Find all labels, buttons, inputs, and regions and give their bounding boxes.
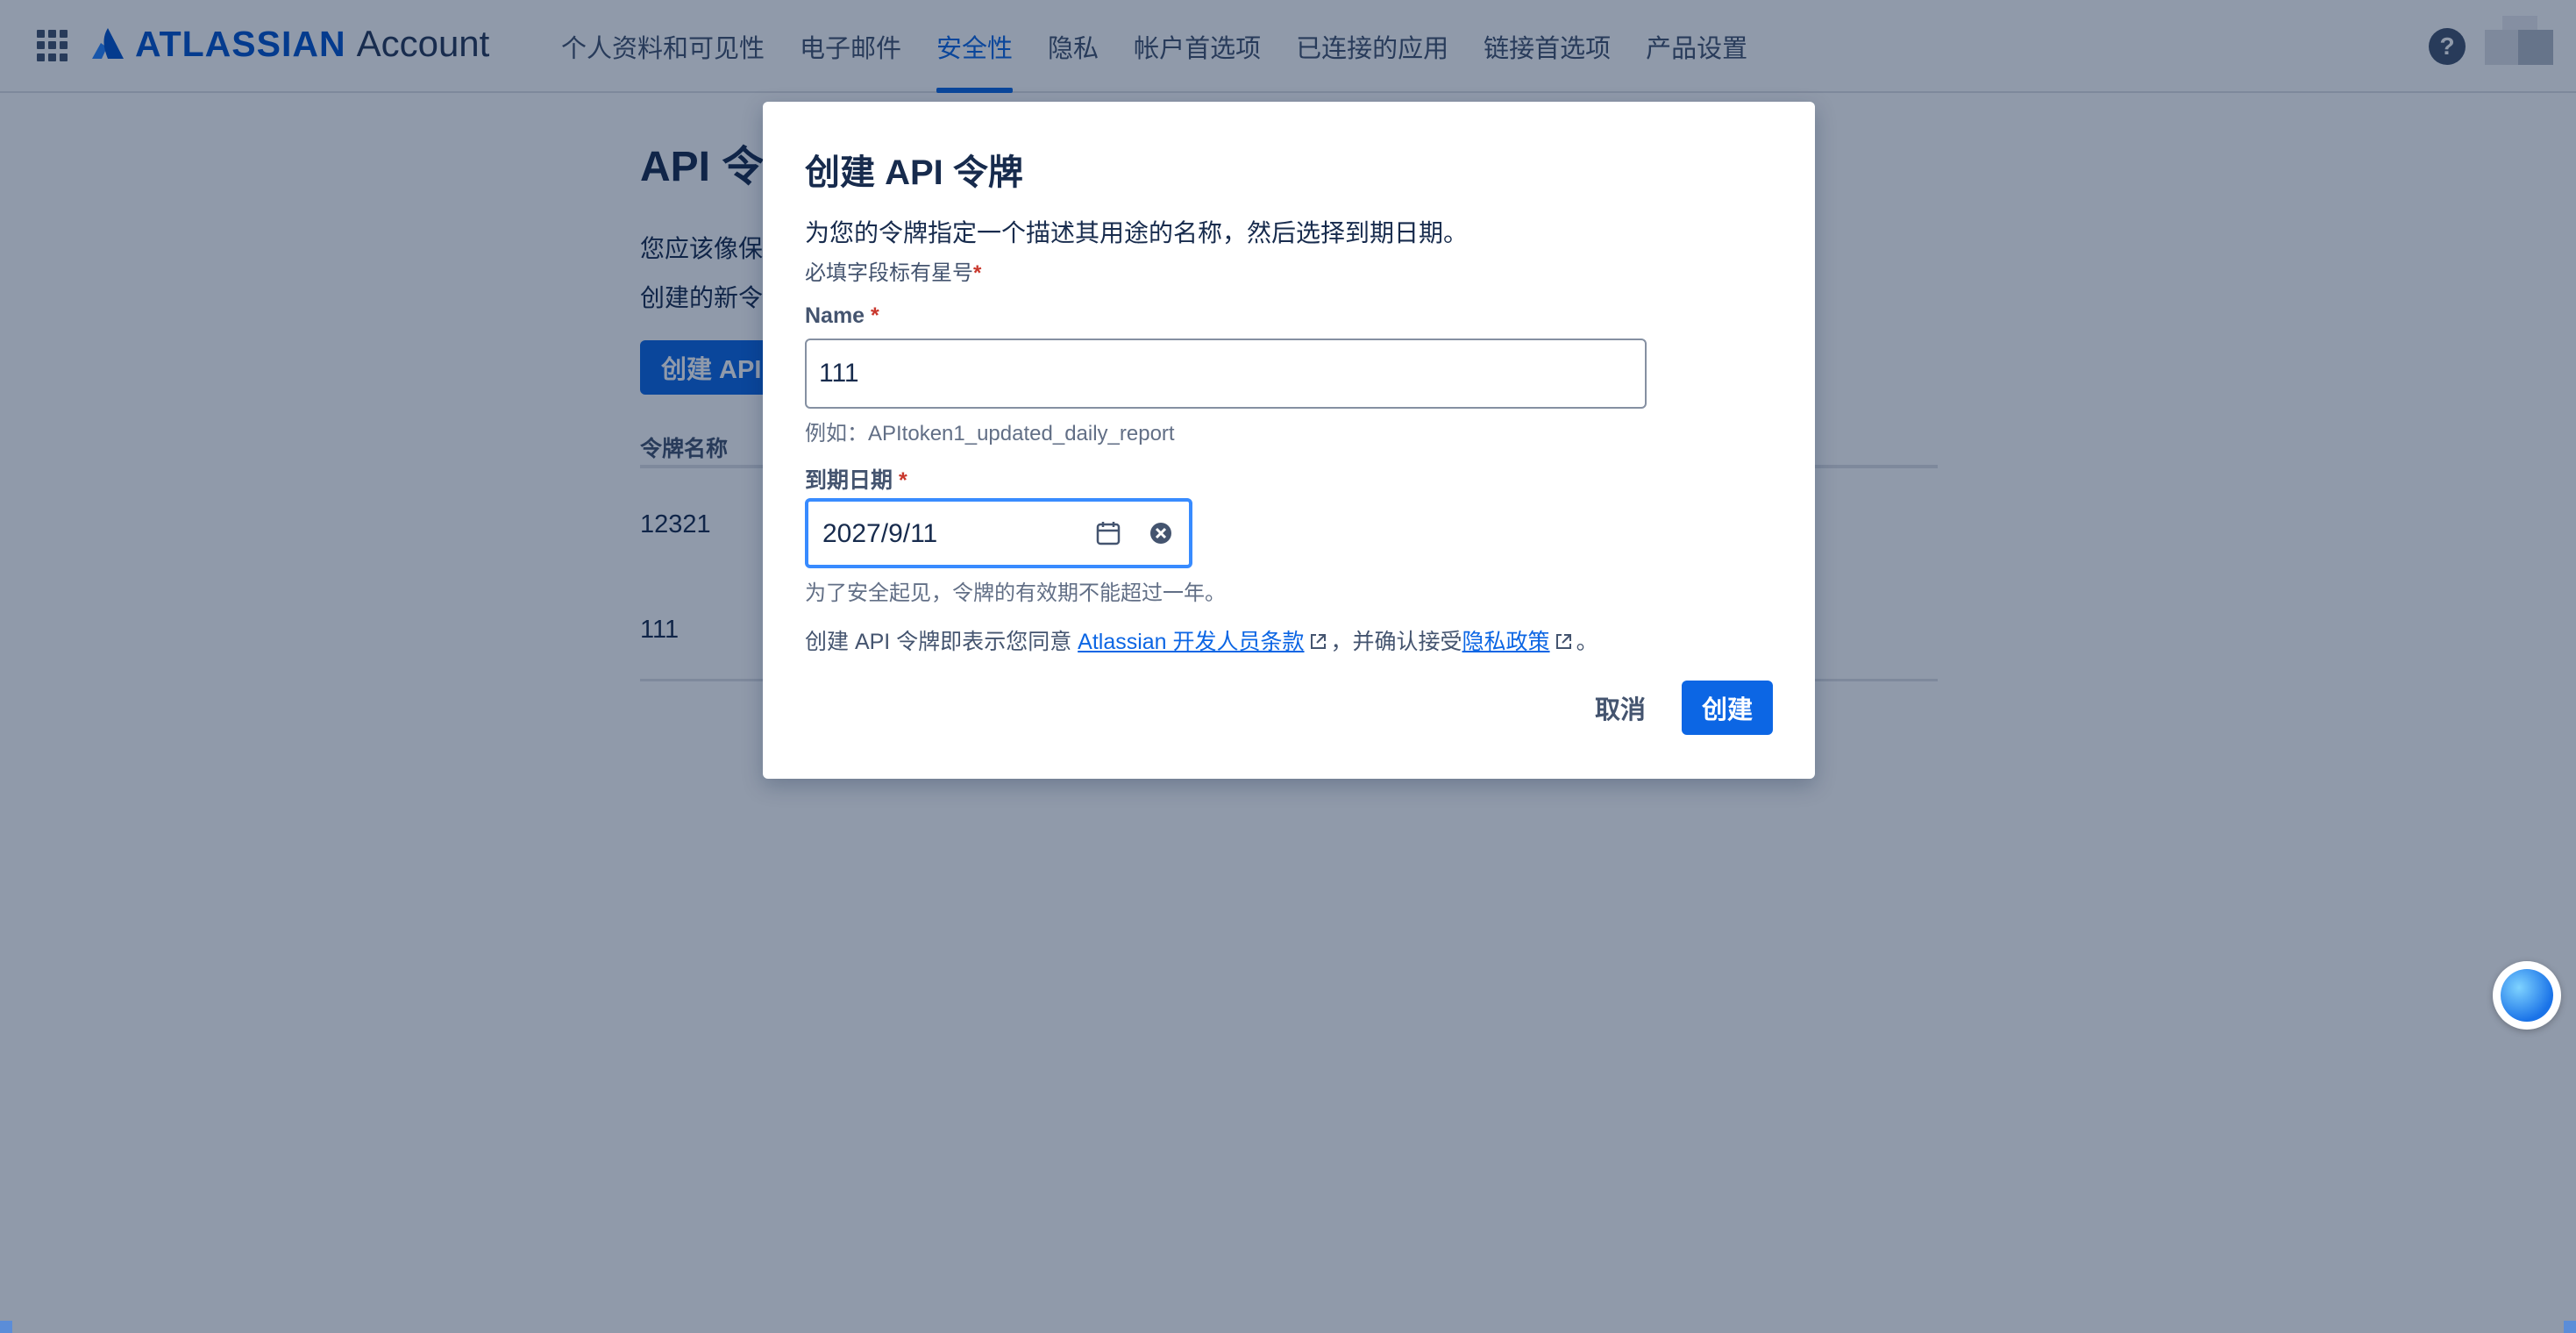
window-corner	[2564, 1321, 2576, 1333]
name-input[interactable]	[805, 339, 1647, 409]
name-label: Name *	[805, 303, 879, 329]
calendar-icon[interactable]	[1094, 519, 1122, 547]
create-token-dialog: 创建 API 令牌 为您的令牌指定一个描述其用途的名称，然后选择到期日期。 必填…	[763, 102, 1815, 779]
assistant-bubble-icon[interactable]	[2493, 961, 2561, 1030]
required-asterisk: *	[898, 468, 907, 493]
clear-icon[interactable]	[1149, 521, 1173, 545]
cancel-button[interactable]: 取消	[1576, 681, 1664, 735]
expiry-date-value[interactable]: 2027/9/11	[822, 519, 937, 549]
name-label-text: Name	[805, 303, 865, 328]
privacy-policy-link[interactable]: 隐私政策	[1462, 630, 1550, 654]
terms-prefix: 创建 API 令牌即表示您同意	[805, 630, 1078, 654]
required-note: 必填字段标有星号*	[805, 255, 981, 286]
external-link-icon	[1555, 634, 1571, 649]
dialog-title: 创建 API 令牌	[805, 153, 1023, 192]
developer-terms-link[interactable]: Atlassian 开发人员条款	[1078, 630, 1304, 654]
external-link-icon	[1310, 634, 1326, 649]
expiry-date-label: 到期日期 *	[805, 463, 907, 495]
create-button[interactable]: 创建	[1682, 681, 1773, 735]
required-asterisk: *	[871, 303, 879, 328]
window-corner	[0, 1321, 12, 1333]
dialog-description: 为您的令牌指定一个描述其用途的名称，然后选择到期日期。	[805, 219, 1469, 246]
expiry-date-picker[interactable]: 2027/9/11	[805, 498, 1192, 568]
required-note-text: 必填字段标有星号	[805, 261, 973, 285]
terms-suffix: 。	[1576, 630, 1598, 654]
name-helper-text: 例如：APItoken1_updated_daily_report	[805, 422, 1175, 446]
expiry-date-label-text: 到期日期	[805, 468, 893, 493]
expiry-helper-text: 为了安全起见，令牌的有效期不能超过一年。	[805, 581, 1226, 605]
terms-text: 创建 API 令牌即表示您同意 Atlassian 开发人员条款 ，并确认接受隐私…	[805, 624, 1598, 656]
required-asterisk: *	[973, 261, 982, 285]
page: ATLASSIAN Account 个人资料和可见性 电子邮件 安全性 隐私 帐…	[0, 0, 2576, 1333]
terms-middle: ，并确认接受	[1330, 630, 1462, 654]
